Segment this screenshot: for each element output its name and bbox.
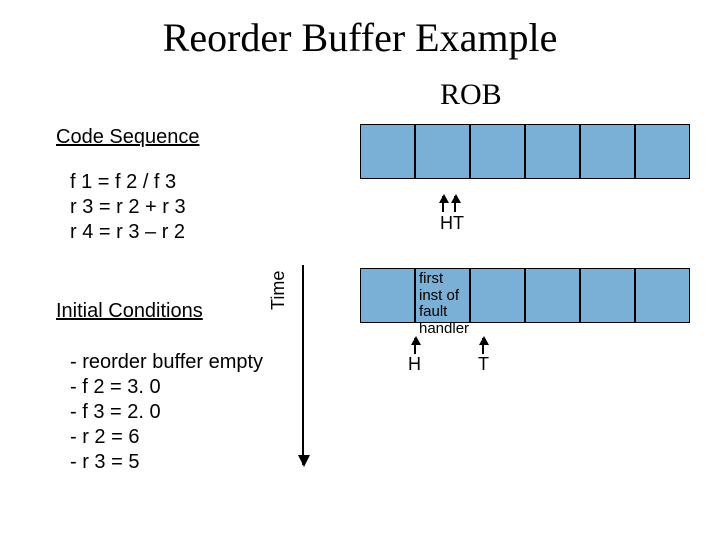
initial-conditions: - reorder buffer empty - f 2 = 3. 0 - f … [70,350,263,475]
rob-cell [580,268,635,323]
rob-row-initial [360,124,690,179]
rob-cell [525,268,580,323]
rob-cell [415,124,470,179]
init-line: - f 3 = 2. 0 [70,400,263,425]
rob-cell [580,124,635,179]
rob-cell [635,268,690,323]
rob-cell [470,124,525,179]
rob-label: ROB [440,78,502,112]
rob-cell: first inst of fault handler [415,268,470,323]
arrow-up-icon [442,196,444,212]
rob-cell-text: first inst of fault handler [416,269,469,339]
arrow-up-icon [482,338,484,354]
tail-label: T [478,354,489,375]
code-line: r 3 = r 2 + r 3 [70,195,186,220]
code-line: r 4 = r 3 – r 2 [70,220,186,245]
head-label: H [408,354,421,375]
slide-title: Reorder Buffer Example [0,14,720,61]
arrow-up-icon [454,196,456,212]
time-axis-arrow [302,265,304,465]
ht-label: HT [440,213,464,234]
init-line: - r 2 = 6 [70,425,263,450]
init-line: - reorder buffer empty [70,350,263,375]
code-sequence: f 1 = f 2 / f 3 r 3 = r 2 + r 3 r 4 = r … [70,170,186,245]
arrow-up-icon [414,338,416,354]
time-axis-label: Time [268,271,289,310]
rob-cell [470,268,525,323]
initial-conditions-header: Initial Conditions [56,300,203,323]
rob-cell [635,124,690,179]
rob-cell [525,124,580,179]
init-line: - f 2 = 3. 0 [70,375,263,400]
rob-row-after-fault: first inst of fault handler [360,268,690,323]
slide: Reorder Buffer Example ROB Code Sequence… [0,0,720,540]
init-line: - r 3 = 5 [70,450,263,475]
rob-cell [360,268,415,323]
code-sequence-header: Code Sequence [56,126,199,149]
rob-cell [360,124,415,179]
code-line: f 1 = f 2 / f 3 [70,170,186,195]
